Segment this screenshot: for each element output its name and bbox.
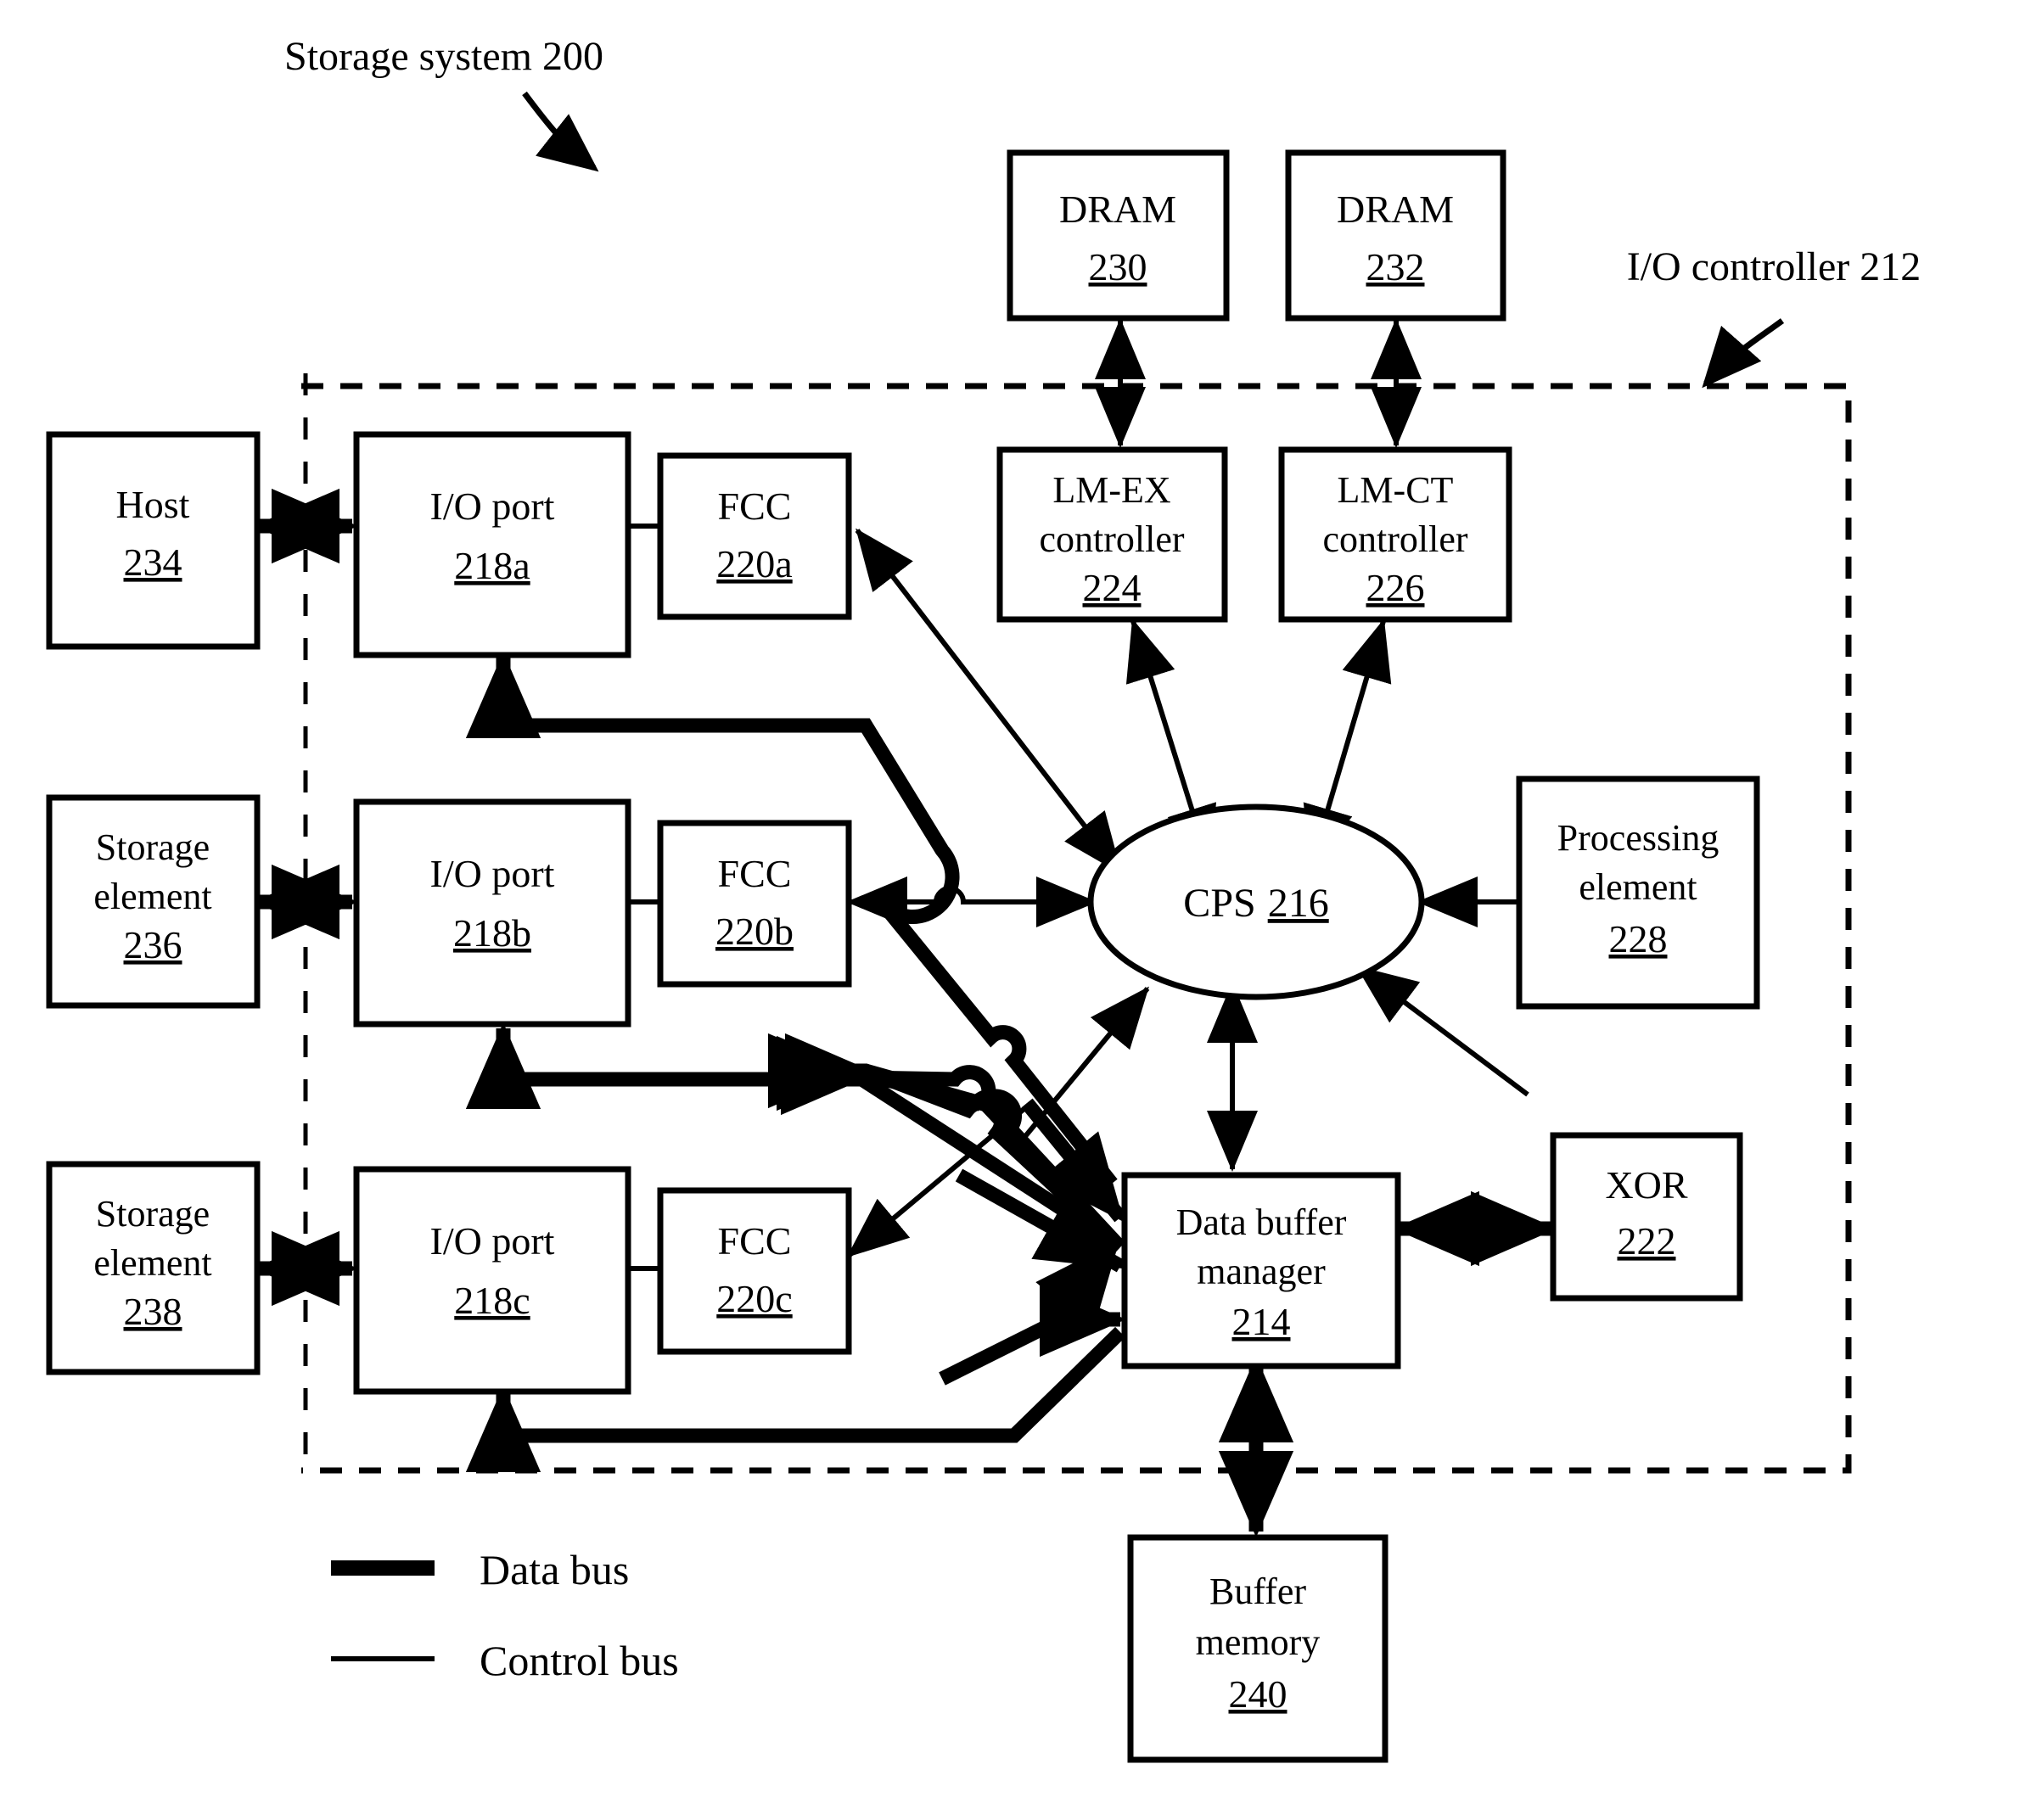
node-storage-element-238[interactable]: Storage element 238 (46, 1161, 261, 1375)
control-bus-dbm-cps-diagonal (1012, 986, 1150, 1151)
dbm-line2: manager (1197, 1251, 1326, 1292)
host-label: Host (116, 483, 190, 526)
dram-230-ref: 230 (1089, 245, 1147, 288)
control-bus-fcc220b-cps (846, 876, 1097, 927)
ioport-a-ref: 218a (454, 544, 530, 587)
lmex-ref: 224 (1083, 566, 1142, 609)
ioport-b-ref: 218b (453, 911, 531, 955)
storage238-ref: 238 (124, 1290, 182, 1333)
figure-canvas: DRAM 230 DRAM 232 LM-EX controller 224 L… (0, 0, 2042, 1820)
node-dram-232[interactable]: DRAM 232 (1285, 149, 1506, 322)
xor-ref: 222 (1618, 1219, 1676, 1263)
node-fcc-220b[interactable]: FCC 220b (657, 820, 852, 988)
node-storage-element-236[interactable]: Storage element 236 (46, 794, 261, 1009)
control-bus-processing-cps (1355, 965, 1529, 1097)
lmex-line2: controller (1039, 518, 1184, 560)
legend-label-control-bus: Control bus (480, 1637, 679, 1684)
fcc-c-ref: 220c (716, 1277, 792, 1320)
node-xor-222[interactable]: XOR 222 (1550, 1132, 1743, 1302)
storage236-ref: 236 (124, 923, 182, 966)
ioport-a-label: I/O port (430, 484, 555, 528)
storage-system-callout: Storage system 200 (284, 34, 603, 79)
storage238-line2: element (93, 1242, 211, 1284)
dbm-line1: Data buffer (1176, 1201, 1347, 1243)
legend: Data bus Control bus (331, 1546, 679, 1684)
dram-232-ref: 232 (1366, 245, 1425, 288)
dram-232-label: DRAM (1337, 188, 1454, 231)
node-lmct-controller-226[interactable]: LM-CT controller 226 (1278, 446, 1512, 623)
io-controller-leader (1702, 318, 1785, 389)
processing-ref: 228 (1609, 917, 1668, 960)
lmct-line2: controller (1322, 518, 1467, 560)
fcc-c-label: FCC (718, 1219, 792, 1263)
node-processing-element-228[interactable]: Processing element 228 (1516, 776, 1760, 1010)
host-ref: 234 (124, 540, 182, 584)
lmct-line1: LM-CT (1338, 469, 1454, 511)
lmex-line1: LM-EX (1052, 469, 1170, 511)
io-controller-callout: I/O controller 212 (1627, 244, 1921, 289)
ioport-c-ref: 218c (454, 1279, 530, 1322)
storage236-line2: element (93, 876, 211, 917)
node-ioport-218c[interactable]: I/O port 218c (353, 1166, 631, 1395)
storage238-line1: Storage (96, 1193, 210, 1235)
fcc-a-label: FCC (718, 484, 792, 528)
buffermem-ref: 240 (1229, 1672, 1287, 1716)
storage-system-leader (522, 91, 599, 172)
buffermem-line1: Buffer (1209, 1571, 1306, 1612)
legend-label-data-bus: Data bus (480, 1546, 629, 1593)
node-ioport-218a[interactable]: I/O port 218a (353, 431, 631, 658)
processing-line1: Processing (1557, 817, 1719, 859)
node-lmex-controller-224[interactable]: LM-EX controller 224 (996, 446, 1228, 623)
ioport-b-label: I/O port (430, 852, 555, 895)
node-host-234[interactable]: Host 234 (46, 431, 261, 650)
storage236-line1: Storage (96, 826, 210, 868)
xor-label: XOR (1605, 1163, 1687, 1207)
processing-line2: element (1579, 866, 1697, 908)
node-fcc-220a[interactable]: FCC 220a (657, 452, 852, 620)
node-dram-230[interactable]: DRAM 230 (1007, 149, 1230, 322)
dram-230-label: DRAM (1059, 188, 1176, 231)
node-buffer-memory-240[interactable]: Buffer memory 240 (1127, 1534, 1388, 1763)
node-data-buffer-manager-214[interactable]: Data buffer manager 214 (1121, 1172, 1401, 1369)
node-cps-216[interactable]: CPS 216 (1087, 804, 1425, 1000)
node-ioport-218b[interactable]: I/O port 218b (353, 798, 631, 1028)
fcc-b-ref: 220b (715, 910, 794, 953)
dbm-ref: 214 (1232, 1300, 1291, 1343)
lmct-ref: 226 (1366, 566, 1425, 609)
node-fcc-220c[interactable]: FCC 220c (657, 1187, 852, 1355)
fcc-b-label: FCC (718, 852, 792, 895)
fcc-a-ref: 220a (716, 542, 792, 585)
buffermem-line2: memory (1196, 1621, 1321, 1663)
block-diagram: DRAM 230 DRAM 232 LM-EX controller 224 L… (46, 34, 1921, 1763)
data-bus-feeder-ioport-b (503, 1028, 862, 1079)
ioport-c-label: I/O port (430, 1219, 555, 1263)
